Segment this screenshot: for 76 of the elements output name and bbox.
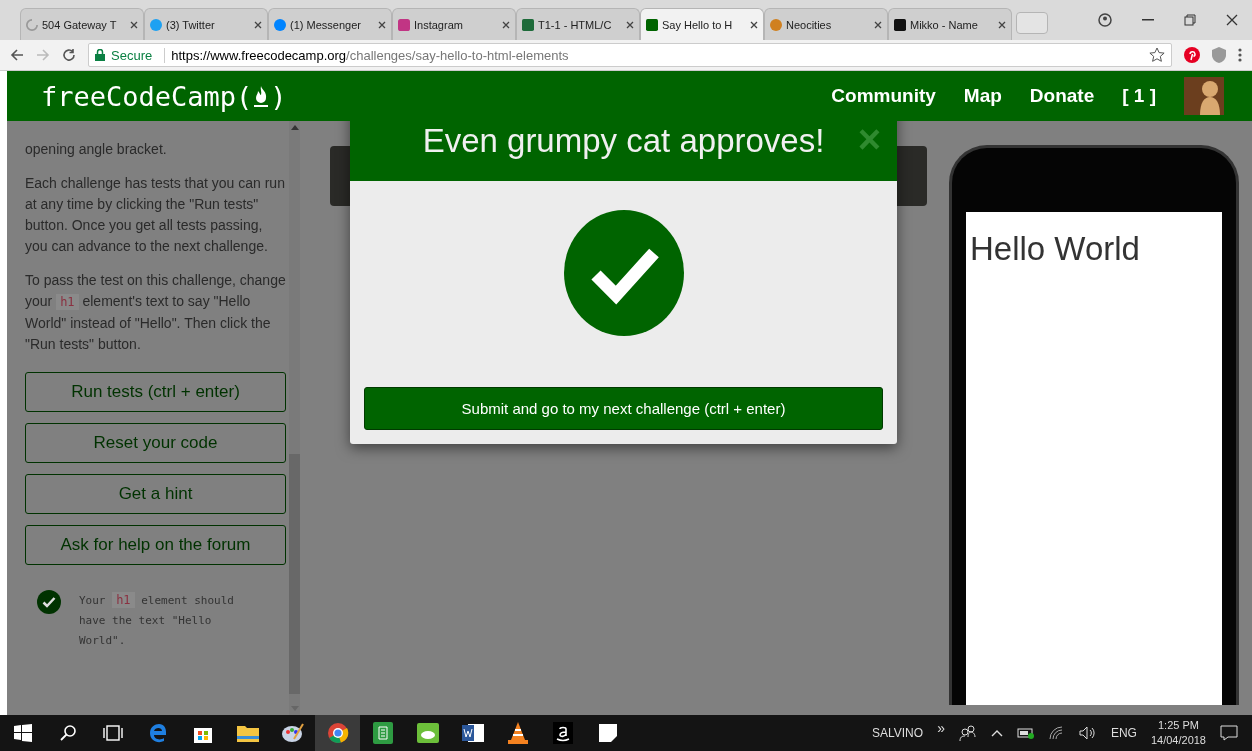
browser-tab[interactable]: (1) Messenger bbox=[268, 8, 392, 40]
spinner-icon bbox=[26, 18, 38, 31]
scroll-up-icon[interactable] bbox=[290, 125, 299, 130]
speaker-icon[interactable] bbox=[1078, 726, 1097, 740]
minimize-icon[interactable] bbox=[1142, 19, 1154, 21]
reload-icon[interactable] bbox=[62, 48, 76, 62]
overflow-chevron[interactable]: » bbox=[937, 720, 945, 736]
preview-heading: Hello World bbox=[970, 230, 1141, 268]
back-arrow-icon[interactable] bbox=[10, 48, 24, 62]
browser-tab[interactable]: T1-1 - HTML/C bbox=[516, 8, 640, 40]
avatar-icon[interactable] bbox=[1184, 77, 1224, 115]
browser-e-icon bbox=[147, 723, 168, 743]
instruction-text: opening angle bracket. bbox=[25, 140, 168, 159]
cloud-icon bbox=[416, 723, 439, 743]
action-button[interactable]: Ask for help on the forum bbox=[25, 525, 286, 565]
close-icon[interactable] bbox=[130, 20, 138, 29]
nav-link[interactable]: Donate bbox=[1029, 85, 1095, 107]
battery-icon[interactable] bbox=[1016, 727, 1035, 739]
browser-tab[interactable]: Say Hello to H bbox=[640, 8, 764, 40]
browser-tab[interactable]: (3) Twitter bbox=[144, 8, 268, 40]
shield-icon[interactable] bbox=[1212, 47, 1226, 63]
pin-logo-icon[interactable] bbox=[1184, 47, 1200, 63]
close-icon[interactable] bbox=[874, 20, 882, 29]
taskbar-button[interactable] bbox=[315, 715, 360, 751]
restore-icon[interactable] bbox=[1184, 14, 1196, 26]
flame-icon bbox=[252, 84, 271, 108]
chrome-icon bbox=[326, 722, 349, 744]
browser-tab[interactable]: Neocities bbox=[764, 8, 888, 40]
browser-tab[interactable]: Instagram bbox=[392, 8, 516, 40]
instruction-text: To pass the test on this challenge, change your h1 element's text to say "Hello World" instead of "Hello". Then click the "Run tests" button. bbox=[25, 271, 287, 354]
traffic-cone-icon bbox=[507, 722, 528, 744]
close-icon[interactable] bbox=[502, 20, 510, 29]
check-circle-icon bbox=[562, 209, 685, 337]
secure-label: Secure bbox=[111, 47, 153, 63]
scrollbar[interactable] bbox=[289, 121, 300, 715]
test-text: Your h1 element should have the text "Hello World". bbox=[79, 591, 235, 649]
dialog-title: Even grumpy cat approves! bbox=[422, 122, 825, 160]
padlock-icon bbox=[95, 49, 105, 61]
sticky-note-icon bbox=[598, 724, 617, 742]
folder-icon bbox=[236, 724, 259, 742]
people-icon[interactable] bbox=[958, 725, 977, 741]
notification-icon[interactable] bbox=[1220, 725, 1238, 741]
clock[interactable]: 1:25 PM 14/04/2018 bbox=[1150, 718, 1206, 748]
menu-icon[interactable] bbox=[1238, 48, 1242, 62]
language-indicator[interactable]: ENG bbox=[1110, 726, 1137, 740]
close-icon[interactable] bbox=[998, 20, 1006, 29]
close-icon[interactable] bbox=[378, 20, 386, 29]
close-icon[interactable] bbox=[254, 20, 262, 29]
action-button[interactable]: Run tests (ctrl + enter) bbox=[25, 372, 286, 412]
amazon-a-icon bbox=[552, 722, 573, 744]
user-name: SALVINO bbox=[872, 726, 924, 740]
address-bar[interactable]: Secure https://www.freecodecamp.org/challenges/say-hello-to-html-elements bbox=[88, 43, 1172, 67]
action-button[interactable]: Reset your code bbox=[25, 423, 286, 463]
site-logo[interactable]: freeCodeCamp( ) bbox=[41, 80, 287, 112]
action-button[interactable]: Get a hint bbox=[25, 474, 286, 514]
url-text: https://www.freecodecamp.org/challenges/say-hello-to-html-elements bbox=[164, 47, 569, 63]
instruction-text: Each challenge has tests that you can run at any time by clicking the "Run tests" button. Once you get all tests passing, you can advance to the next challenge. bbox=[25, 174, 286, 256]
windows-logo-icon bbox=[13, 724, 32, 742]
nav-link[interactable]: Map bbox=[963, 85, 1002, 107]
submit-button[interactable]: Submit and go to my next challenge (ctrl + enter) bbox=[364, 387, 883, 430]
palette-icon bbox=[281, 723, 304, 743]
star-icon[interactable] bbox=[1149, 47, 1165, 63]
search-icon bbox=[58, 724, 77, 742]
browser-tab[interactable]: 504 Gateway T bbox=[20, 8, 144, 40]
task-view-icon bbox=[102, 725, 123, 741]
points-counter[interactable]: [ 1 ] bbox=[1122, 85, 1156, 107]
nav-link[interactable]: Community bbox=[831, 85, 936, 107]
close-icon[interactable] bbox=[626, 20, 634, 29]
document-pages-icon bbox=[372, 722, 393, 744]
word-document-icon bbox=[461, 723, 484, 743]
profile-icon[interactable] bbox=[1098, 13, 1112, 27]
browser-tab[interactable]: Mikko - Name bbox=[888, 8, 1012, 40]
caret-up-icon[interactable] bbox=[990, 729, 1003, 737]
wifi-icon[interactable] bbox=[1048, 726, 1065, 740]
close-icon[interactable] bbox=[750, 20, 758, 29]
close-icon[interactable] bbox=[1226, 14, 1238, 26]
